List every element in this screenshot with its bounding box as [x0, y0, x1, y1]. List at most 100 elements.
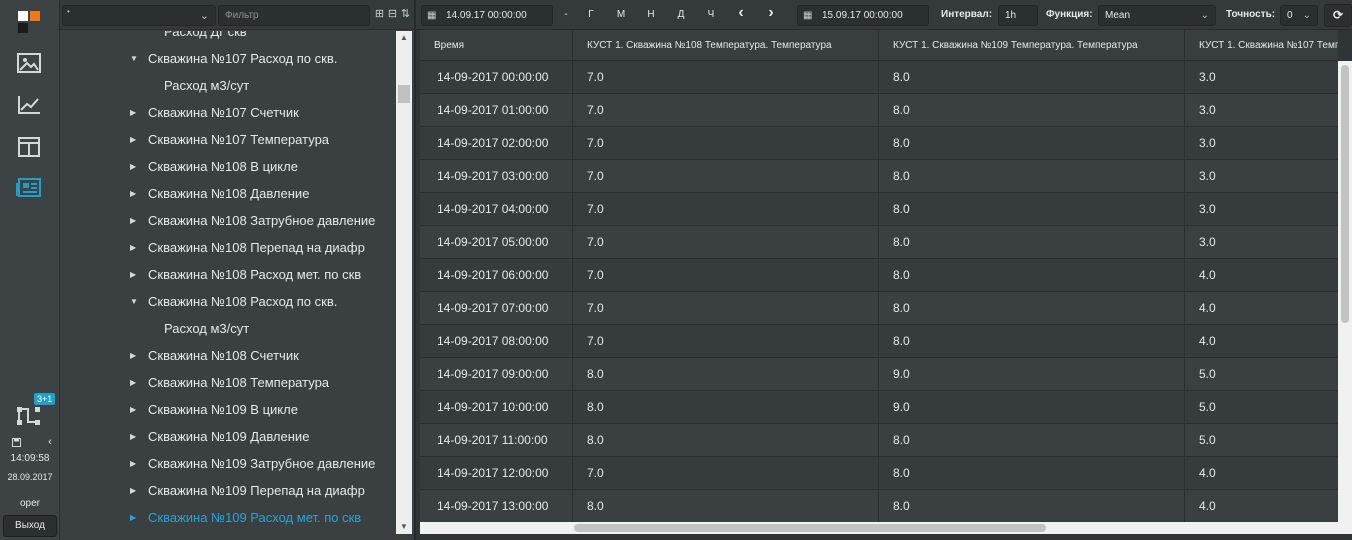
tree-item[interactable]: Расход Дг скв [60, 31, 396, 45]
tree-item[interactable]: ▶ Скважина №108 Температура [60, 369, 396, 396]
caret-right-icon[interactable]: ▶ [130, 126, 140, 153]
tree-item[interactable]: ▶ Скважина №109 Перепад на диафр [60, 477, 396, 504]
table-row[interactable]: 14-09-2017 12:00:00 7.0 8.0 4.0 [420, 457, 1338, 490]
tree-item[interactable]: Расход м3/сут [60, 315, 396, 342]
caret-down-icon[interactable]: ▼ [130, 288, 140, 315]
sort-icon[interactable]: ⇅ [400, 8, 411, 20]
refresh-button[interactable]: ⟳ [1324, 4, 1352, 27]
tree-item[interactable]: Расход м3/сут [60, 72, 396, 99]
caret-down-icon[interactable]: ▼ [130, 45, 140, 72]
caret-right-icon[interactable]: ▶ [130, 450, 140, 477]
value-cell: 8.0 [879, 457, 1185, 490]
scroll-thumb[interactable] [574, 524, 1046, 532]
scroll-down-icon[interactable]: ▼ [396, 520, 412, 534]
table-row[interactable]: 14-09-2017 05:00:00 7.0 8.0 3.0 [420, 226, 1338, 259]
period-year-button[interactable]: Г [584, 8, 598, 22]
tree-item[interactable]: ▶ Скважина №108 Перепад на диафр [60, 234, 396, 261]
column-header[interactable]: КУСТ 1. Скважина №109 Температура. Темпе… [879, 30, 1185, 61]
table-row[interactable]: 14-09-2017 00:00:00 7.0 8.0 3.0 [420, 61, 1338, 94]
table-vertical-scrollbar[interactable] [1338, 61, 1352, 522]
interval-input[interactable]: 1h [998, 5, 1038, 26]
scroll-thumb[interactable] [1341, 65, 1349, 323]
tree-item-label: Расход м3/сут [164, 78, 250, 93]
scroll-up-icon[interactable]: ▲ [396, 31, 412, 45]
table-row[interactable]: 14-09-2017 01:00:00 7.0 8.0 3.0 [420, 94, 1338, 127]
period-day-button[interactable]: Д [674, 8, 688, 22]
column-header[interactable]: Время [420, 30, 573, 61]
table-row[interactable]: 14-09-2017 09:00:00 8.0 9.0 5.0 [420, 358, 1338, 391]
caret-right-icon[interactable]: ▶ [130, 99, 140, 126]
tree-item[interactable]: ▶ Скважина №109 В цикле [60, 396, 396, 423]
caret-right-icon[interactable]: ▶ [130, 396, 140, 423]
tree-item-label: Скважина №109 Затрубное давление [148, 456, 376, 471]
table-row[interactable]: 14-09-2017 02:00:00 7.0 8.0 3.0 [420, 127, 1338, 160]
tree-item[interactable]: ▶ Скважина №109 Расход мет. по скв [60, 504, 396, 531]
caret-right-icon[interactable]: ▶ [130, 504, 140, 531]
column-header[interactable]: КУСТ 1. Скважина №107 Температура. Темпе… [1185, 30, 1338, 61]
table-row[interactable]: 14-09-2017 07:00:00 7.0 8.0 4.0 [420, 292, 1338, 325]
tree-item[interactable]: ▶ Скважина №108 Расход мет. по скв [60, 261, 396, 288]
period-week-button[interactable]: Н [644, 8, 658, 22]
network-icon[interactable] [14, 400, 44, 428]
expand-all-icon[interactable]: ⊞ [374, 8, 385, 20]
precision-select[interactable]: 0 ⌄ [1280, 5, 1318, 26]
table-row[interactable]: 14-09-2017 11:00:00 8.0 8.0 5.0 [420, 424, 1338, 457]
table-row[interactable]: 14-09-2017 06:00:00 7.0 8.0 4.0 [420, 259, 1338, 292]
range-dash: - [564, 9, 568, 20]
table-row[interactable]: 14-09-2017 10:00:00 8.0 9.0 5.0 [420, 391, 1338, 424]
value-cell: 5.0 [1185, 424, 1338, 457]
value-cell: 7.0 [573, 193, 879, 226]
app-window: 3+1 ‹ 14:09:58 28.09.2017 oper Выход • ⌄ [0, 0, 1352, 540]
table-row[interactable]: 14-09-2017 04:00:00 7.0 8.0 3.0 [420, 193, 1338, 226]
value-cell: 3.0 [1185, 61, 1338, 94]
calendar-icon: ▦ [803, 10, 813, 21]
scroll-thumb[interactable] [398, 85, 410, 103]
tree-item[interactable]: ▶ Скважина №108 В цикле [60, 153, 396, 180]
chart-icon[interactable] [14, 91, 44, 119]
collapse-all-icon[interactable]: ⊟ [387, 8, 398, 20]
tree-item[interactable]: ▶ Скважина №109 Давление [60, 423, 396, 450]
caret-right-icon[interactable]: ▶ [130, 234, 140, 261]
table-view-icon[interactable] [14, 174, 44, 202]
table-row[interactable]: 14-09-2017 13:00:00 8.0 8.0 4.0 [420, 490, 1338, 522]
function-label: Функция: [1046, 9, 1093, 20]
table-row[interactable]: 14-09-2017 08:00:00 7.0 8.0 4.0 [420, 325, 1338, 358]
filter-input[interactable] [218, 5, 370, 26]
caret-right-icon[interactable]: ▶ [130, 477, 140, 504]
app-logo-icon[interactable] [14, 8, 44, 36]
table-row[interactable]: 14-09-2017 03:00:00 7.0 8.0 3.0 [420, 160, 1338, 193]
prev-period-button[interactable]: ‹ [734, 5, 748, 21]
tree-item[interactable]: ▼ Скважина №108 Расход по скв. [60, 288, 396, 315]
period-month-button[interactable]: М [614, 8, 628, 22]
tree-item[interactable]: ▶ Скважина №108 Затрубное давление [60, 207, 396, 234]
tree-item[interactable]: ▼ Скважина №107 Расход по скв. [60, 45, 396, 72]
date-from-field[interactable]: ▦ 14.09.17 00:00:00 [421, 5, 553, 26]
tree-scrollbar[interactable]: ▲ ▼ [396, 31, 412, 534]
tree-item[interactable]: ▶ Скважина №107 Счетчик [60, 99, 396, 126]
tree-item[interactable]: ▶ Скважина №107 Температура [60, 126, 396, 153]
column-header[interactable]: КУСТ 1. Скважина №108 Температура. Темпе… [573, 30, 879, 61]
caret-right-icon[interactable]: ▶ [130, 207, 140, 234]
tree-item[interactable]: ▶ Скважина №109 Затрубное давление [60, 450, 396, 477]
caret-right-icon[interactable]: ▶ [130, 261, 140, 288]
value-cell: 8.0 [573, 358, 879, 391]
tree-item[interactable]: ▶ Скважина №108 Давление [60, 180, 396, 207]
period-hour-button[interactable]: Ч [704, 8, 718, 22]
tree-scope-select[interactable]: • ⌄ [62, 5, 216, 26]
table-horizontal-scrollbar[interactable] [420, 522, 1338, 534]
caret-right-icon[interactable]: ▶ [130, 342, 140, 369]
next-period-button[interactable]: › [764, 5, 778, 21]
caret-right-icon[interactable]: ▶ [130, 153, 140, 180]
time-cell: 14-09-2017 08:00:00 [420, 325, 573, 358]
tree-item[interactable]: ▶ Скважина №108 Счетчик [60, 342, 396, 369]
function-select[interactable]: Mean ⌄ [1098, 5, 1216, 26]
date-to-field[interactable]: ▦ 15.09.17 00:00:00 [797, 5, 929, 26]
value-cell: 7.0 [573, 160, 879, 193]
caret-right-icon[interactable]: ▶ [130, 180, 140, 207]
caret-right-icon[interactable]: ▶ [130, 369, 140, 396]
caret-right-icon[interactable]: ▶ [130, 423, 140, 450]
table-header: Время КУСТ 1. Скважина №108 Температура. … [420, 30, 1338, 61]
logout-button[interactable]: Выход [3, 515, 57, 537]
image-icon[interactable] [14, 49, 44, 77]
layout-icon[interactable] [14, 133, 44, 161]
